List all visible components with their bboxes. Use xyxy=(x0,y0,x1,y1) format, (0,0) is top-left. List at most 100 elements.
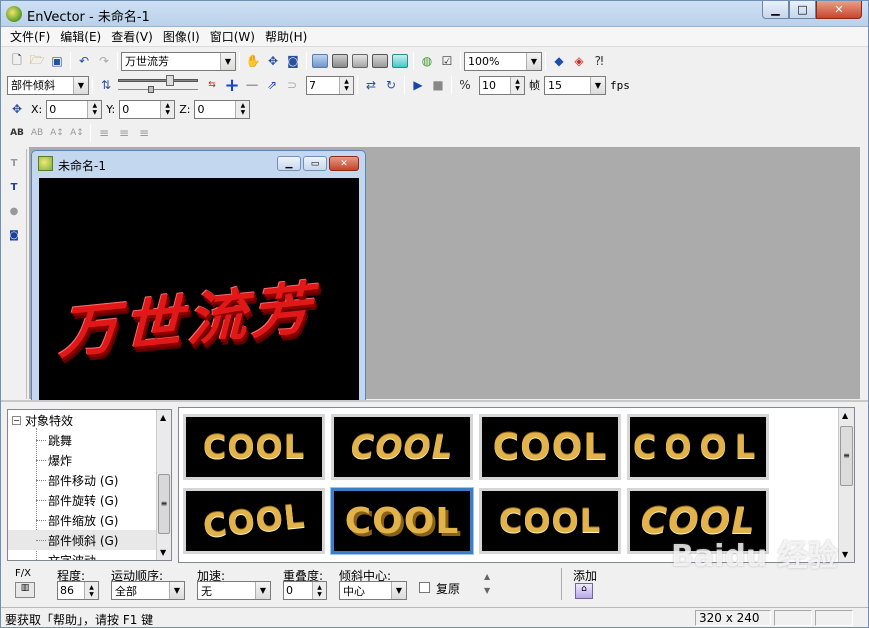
effect-thumbnail[interactable]: COOL xyxy=(479,488,621,554)
tree-scrollbar[interactable]: ▲ ≡ ▼ xyxy=(156,410,171,560)
new-file-icon[interactable]: 🗋 xyxy=(7,51,27,71)
fps-select[interactable]: 15 ▼ xyxy=(544,75,606,95)
reset-checkbox[interactable] xyxy=(419,582,430,593)
tree-item[interactable]: 文字波动 xyxy=(8,550,171,561)
loop-icon[interactable]: ⇄ xyxy=(361,75,381,95)
fps-label: fps xyxy=(610,78,630,92)
add-key-icon[interactable]: + xyxy=(222,75,242,96)
align-left-icon[interactable]: ≡ xyxy=(94,123,114,143)
doc-minimize-button[interactable]: ▁ xyxy=(277,156,301,171)
text-select-tool-icon[interactable]: T xyxy=(4,177,24,197)
overlap-stepper[interactable]: 0 ▲ ▼ xyxy=(283,581,327,600)
stop-icon[interactable]: ■ xyxy=(428,75,448,95)
effect-thumbnail[interactable]: COOL xyxy=(183,488,325,554)
menu-help[interactable]: 帮助(H) xyxy=(260,28,312,45)
zoom-select[interactable]: 100% ▼ xyxy=(464,51,542,71)
timeline-ends-icon[interactable]: ⇆ xyxy=(202,75,222,95)
close-button[interactable]: ✕ xyxy=(816,1,862,19)
refresh-icon[interactable]: ↻ xyxy=(381,75,401,95)
degree-stepper[interactable]: 86 ▲ ▼ xyxy=(57,581,99,600)
effect-select[interactable]: 部件倾斜 ▼ xyxy=(7,75,89,95)
tree-item-selected[interactable]: 部件倾斜 (G) xyxy=(8,530,171,550)
effect-thumbnail[interactable]: COOL xyxy=(479,414,621,480)
minimize-button[interactable]: ▁ xyxy=(762,1,789,19)
move-arrows-icon[interactable]: ⇅ xyxy=(96,75,116,95)
view-side-icon[interactable] xyxy=(330,51,350,71)
key-path-icon[interactable]: ⇗ xyxy=(262,75,282,95)
preview-canvas[interactable]: 万世流芳 xyxy=(39,178,359,400)
tree-item[interactable]: 爆炸 xyxy=(8,450,171,470)
open-folder-icon[interactable]: 🗁 xyxy=(27,51,47,71)
menu-image[interactable]: 图像(I) xyxy=(158,28,205,45)
view-top-icon[interactable] xyxy=(350,51,370,71)
props-scroll-arrows[interactable]: ▲ ▼ xyxy=(484,570,490,598)
tree-root[interactable]: − 对象特效 xyxy=(8,410,171,430)
edit-check-icon[interactable]: ☑ xyxy=(437,51,457,71)
doc-restore-button[interactable]: ▭ xyxy=(303,156,327,171)
z-stepper[interactable]: 0 ▲ ▼ xyxy=(194,99,251,119)
text-spacing-icon[interactable]: AB xyxy=(7,123,27,143)
timeline-slider[interactable] xyxy=(116,75,202,95)
scroll-thumb[interactable]: ≡ xyxy=(840,426,853,486)
tree-item[interactable]: 部件旋转 (G) xyxy=(8,490,171,510)
hand-icon[interactable]: ✋ xyxy=(243,51,263,71)
collapse-icon[interactable]: − xyxy=(12,415,21,425)
maximize-button[interactable]: □ xyxy=(789,1,816,19)
rotate-hand-icon[interactable]: ✥ xyxy=(263,51,283,71)
center-select[interactable]: 中心 ▼ xyxy=(339,581,407,600)
rotate-hand-icon[interactable]: ✥ xyxy=(7,99,27,119)
effect-thumbnail[interactable]: COOL xyxy=(183,414,325,480)
effect-thumbnail-selected[interactable]: COOL xyxy=(331,488,473,554)
align-center-icon[interactable]: ≡ xyxy=(114,123,134,143)
mdi-workspace: 未命名-1 ▁ ▭ ✕ 万世流芳 xyxy=(29,147,860,402)
text-height-icon[interactable]: A↕ xyxy=(47,123,67,143)
x-stepper[interactable]: 0 ▲ ▼ xyxy=(46,99,103,119)
object-tool-icon[interactable]: ◙ xyxy=(4,225,24,245)
percent-icon[interactable]: % xyxy=(455,75,475,95)
save-icon[interactable]: ▣ xyxy=(47,51,67,71)
gallery-scrollbar[interactable]: ▲ ≡ ▼ xyxy=(838,408,854,562)
count-stepper[interactable]: 10 ▲ ▼ xyxy=(479,75,525,95)
fx-icon[interactable]: ▥ xyxy=(15,582,35,598)
tree-item[interactable]: 部件移动 (G) xyxy=(8,470,171,490)
reset-label: 复原 xyxy=(436,582,461,596)
add-effect-icon[interactable]: ⌂ xyxy=(575,583,593,599)
tree-item[interactable]: 跳舞 xyxy=(8,430,171,450)
align-right-icon[interactable]: ≡ xyxy=(134,123,154,143)
effect-thumbnail[interactable]: COOL xyxy=(331,414,473,480)
document-title: 未命名-1 xyxy=(58,159,106,173)
select-target-icon[interactable]: ◙ xyxy=(283,51,303,71)
text-tool-icon[interactable]: T xyxy=(4,153,24,173)
text-leading-icon[interactable]: A↕ xyxy=(67,123,87,143)
view-perspective-icon[interactable] xyxy=(370,51,390,71)
effect-thumbnail[interactable]: COOL xyxy=(627,414,769,480)
play-icon[interactable]: ▶ xyxy=(408,75,428,95)
document-window[interactable]: 未命名-1 ▁ ▭ ✕ 万世流芳 xyxy=(31,150,366,402)
font-select[interactable]: 万世流芳 ▼ xyxy=(121,51,236,71)
redo-icon[interactable]: ↷ xyxy=(94,51,114,71)
title-bar: EnVector - 未命名-1 ▁ □ ✕ xyxy=(1,1,868,27)
accel-select[interactable]: 无 ▼ xyxy=(197,581,271,600)
remove-key-icon[interactable]: − xyxy=(242,75,262,96)
y-stepper[interactable]: 0 ▲ ▼ xyxy=(119,99,176,119)
text-kerning-icon[interactable]: AB xyxy=(27,123,47,143)
menu-window[interactable]: 窗口(W) xyxy=(205,28,260,45)
globe-icon[interactable]: ◍ xyxy=(417,51,437,71)
undo-icon[interactable]: ↶ xyxy=(74,51,94,71)
menu-file[interactable]: 文件(F) xyxy=(5,28,55,45)
scroll-thumb[interactable]: ≡ xyxy=(158,474,170,534)
help-cursor-icon[interactable]: ⁈ xyxy=(589,51,609,71)
order-select[interactable]: 全部 ▼ xyxy=(111,581,185,600)
shape-tool-icon[interactable]: ● xyxy=(4,201,24,221)
render-icon[interactable]: ◆ xyxy=(549,51,569,71)
chevron-down-icon: ▼ xyxy=(255,582,270,599)
view-front-icon[interactable] xyxy=(310,51,330,71)
menu-view[interactable]: 查看(V) xyxy=(106,28,158,45)
tree-item[interactable]: 部件缩放 (G) xyxy=(8,510,171,530)
doc-close-button[interactable]: ✕ xyxy=(329,156,359,171)
palette-icon[interactable]: ◈ xyxy=(569,51,589,71)
menu-edit[interactable]: 编辑(E) xyxy=(55,28,106,45)
redo-step-icon[interactable]: ⊃ xyxy=(282,75,302,95)
view-wire-icon[interactable] xyxy=(390,51,410,71)
frame-stepper[interactable]: 7 ▲ ▼ xyxy=(306,75,354,95)
